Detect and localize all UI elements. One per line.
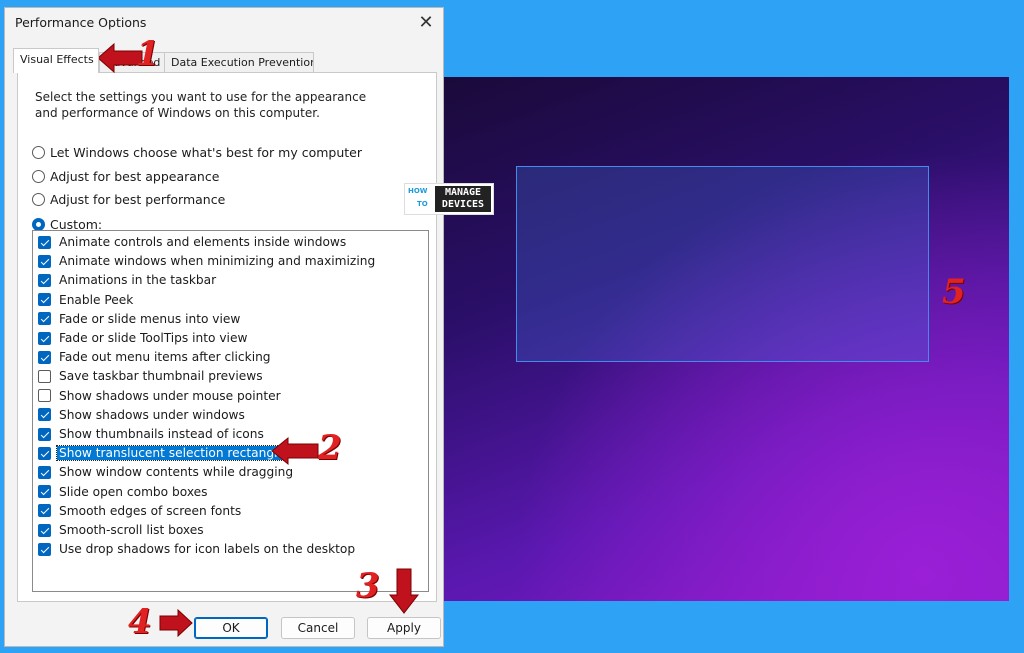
visual-effects-list[interactable]: Animate controls and elements inside win… (32, 230, 429, 592)
tab-data-execution-prevention[interactable]: Data Execution Prevention (164, 52, 314, 72)
cancel-button[interactable]: Cancel (281, 617, 355, 639)
close-icon: ✕ (418, 12, 434, 33)
list-item[interactable]: Show window contents while dragging (38, 463, 295, 481)
option-label: Show window contents while dragging (59, 465, 294, 480)
annotation-number-2: 2 (318, 428, 342, 468)
radio-button[interactable] (32, 145, 45, 159)
logo-text-to: TO (417, 200, 428, 208)
close-button[interactable]: ✕ (409, 8, 443, 38)
dialog-title: Performance Options (15, 15, 147, 30)
tab-visual-effects[interactable]: Visual Effects (13, 48, 99, 73)
option-label: Show shadows under mouse pointer (59, 388, 281, 403)
list-item[interactable]: Animate controls and elements inside win… (38, 233, 348, 251)
annotation-arrow-3 (388, 568, 420, 614)
list-item[interactable]: Fade out menu items after clicking (38, 348, 273, 366)
option-label: Show translucent selection rectangle (56, 445, 288, 462)
checkbox[interactable] (38, 254, 51, 268)
logo-text-manage-devices: MANAGE DEVICES (435, 186, 491, 212)
checkbox[interactable] (38, 235, 51, 249)
translucent-selection-rectangle (516, 166, 929, 362)
annotation-arrow-2 (271, 436, 319, 466)
annotation-number-5: 5 (942, 272, 966, 312)
checkbox[interactable] (38, 408, 51, 422)
option-label: Slide open combo boxes (59, 484, 208, 499)
option-label: Smooth edges of screen fonts (59, 503, 242, 518)
checkbox[interactable] (38, 293, 51, 307)
option-label: Show thumbnails instead of icons (59, 427, 264, 441)
list-item[interactable]: Smooth-scroll list boxes (38, 521, 206, 539)
list-item[interactable]: Save taskbar thumbnail previews (38, 367, 265, 385)
option-label: Fade or slide menus into view (59, 311, 241, 326)
checkbox[interactable] (38, 446, 51, 460)
apply-button[interactable]: Apply (367, 617, 441, 639)
option-label: Fade or slide ToolTips into view (59, 331, 248, 345)
ok-button[interactable]: OK (194, 617, 268, 639)
radio-label: Adjust for best appearance (50, 168, 220, 184)
checkbox[interactable] (38, 427, 51, 441)
checkbox[interactable] (38, 389, 51, 403)
radio-button[interactable] (32, 217, 45, 231)
list-item[interactable]: Smooth edges of screen fonts (38, 502, 243, 520)
radio-best-performance[interactable]: Adjust for best performance (32, 190, 225, 208)
checkbox[interactable] (38, 350, 51, 364)
annotation-number-1: 1 (136, 34, 160, 74)
list-item[interactable]: Use drop shadows for icon labels on the … (38, 540, 357, 558)
option-label: Animate windows when minimizing and maxi… (59, 254, 376, 269)
list-item[interactable]: Enable Peek (38, 291, 135, 309)
logo-text-manage: MANAGE (444, 187, 482, 198)
checkbox[interactable] (38, 312, 51, 326)
visual-effects-panel: Select the settings you want to use for … (17, 72, 437, 602)
checkbox[interactable] (38, 504, 51, 518)
checkbox[interactable] (38, 273, 51, 287)
checkbox[interactable] (38, 485, 51, 499)
radio-let-windows-choose[interactable]: Let Windows choose what's best for my co… (32, 143, 362, 161)
logo-text-devices: DEVICES (441, 199, 485, 210)
list-item[interactable]: Animations in the taskbar (38, 271, 218, 289)
annotation-number-3: 3 (356, 566, 380, 606)
list-item[interactable]: Show shadows under mouse pointer (38, 387, 283, 405)
annotation-number-4: 4 (128, 602, 152, 642)
checkbox[interactable] (38, 523, 51, 537)
option-label: Save taskbar thumbnail previews (59, 369, 263, 384)
option-label: Animate controls and elements inside win… (59, 235, 347, 249)
list-item[interactable]: Fade or slide ToolTips into view (38, 329, 249, 347)
checkbox[interactable] (38, 542, 51, 556)
option-label: Show shadows under windows (59, 407, 245, 422)
list-item[interactable]: Show shadows under windows (38, 406, 247, 424)
radio-label: Adjust for best performance (50, 191, 226, 207)
option-label: Use drop shadows for icon labels on the … (59, 542, 356, 557)
option-label: Fade out menu items after clicking (59, 350, 271, 365)
option-label: Animations in the taskbar (59, 273, 217, 288)
checkbox[interactable] (38, 369, 51, 383)
list-item[interactable]: Show translucent selection rectangle (38, 444, 288, 462)
logo-text-how: HOW (408, 187, 428, 195)
checkbox[interactable] (38, 331, 51, 345)
radio-button[interactable] (32, 192, 45, 206)
list-item[interactable]: Fade or slide menus into view (38, 310, 242, 328)
radio-best-appearance[interactable]: Adjust for best appearance (32, 167, 219, 185)
radio-label: Let Windows choose what's best for my co… (50, 144, 362, 160)
option-label: Enable Peek (59, 292, 134, 307)
list-item[interactable]: Slide open combo boxes (38, 483, 210, 501)
radio-button[interactable] (32, 169, 45, 183)
option-label: Smooth-scroll list boxes (59, 523, 204, 537)
list-item[interactable]: Animate windows when minimizing and maxi… (38, 252, 377, 270)
how-to-manage-devices-logo: HOW TO MANAGE DEVICES (404, 183, 494, 215)
performance-options-dialog: Performance Options ✕ Visual Effects Adv… (4, 7, 444, 647)
checkbox[interactable] (38, 465, 51, 479)
list-item[interactable]: Show thumbnails instead of icons (38, 425, 266, 443)
title-bar: Performance Options ✕ (5, 8, 443, 38)
annotation-arrow-4 (159, 609, 193, 637)
description-text: Select the settings you want to use for … (35, 90, 367, 120)
